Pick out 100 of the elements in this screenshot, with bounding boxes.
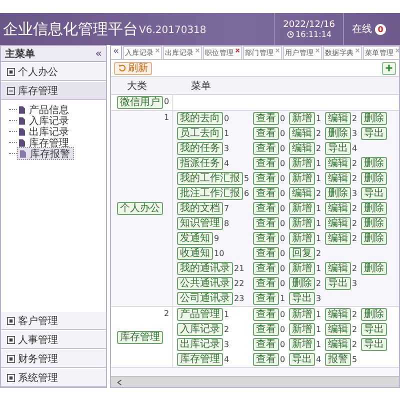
menu-group[interactable]: 系统管理 [1, 368, 106, 387]
action-tag[interactable]: 导出 [361, 187, 387, 200]
menu-group[interactable]: 库存管理 [1, 81, 106, 100]
action-tag[interactable]: 删除 [361, 202, 387, 215]
action-tag[interactable]: 导出 [361, 338, 387, 351]
menu-tag[interactable]: 公共通讯录 [177, 277, 233, 290]
action-tag[interactable]: 新增 [289, 217, 315, 230]
action-tag[interactable]: 导出 [361, 127, 387, 140]
menu-group[interactable]: 财务管理 [1, 349, 106, 368]
category-tag[interactable]: 库存管理 [117, 330, 163, 344]
action-tag[interactable]: 查看 [253, 232, 279, 245]
action-tag[interactable]: 新增 [289, 112, 315, 125]
menu-group[interactable]: 客户管理 [1, 311, 106, 330]
tab-scroll-button[interactable]: « [111, 46, 122, 59]
tree-item[interactable]: 入库记录 [17, 115, 72, 126]
action-tag[interactable]: 编辑 [289, 187, 315, 200]
action-tag[interactable]: 删除 [325, 127, 351, 140]
horizontal-scrollbar[interactable] [111, 376, 399, 387]
menu-tag[interactable]: 库存管理 [177, 353, 223, 366]
menu-group[interactable]: 个人办公 [1, 62, 106, 81]
action-tag[interactable]: 查看 [253, 277, 279, 290]
action-tag[interactable]: 导出 [325, 142, 351, 155]
action-tag[interactable]: 删除 [361, 308, 387, 321]
menu-tag[interactable]: 出库记录 [177, 338, 223, 351]
action-tag[interactable]: 新增 [289, 157, 315, 170]
action-tag[interactable]: 回复 [289, 247, 315, 260]
menu-tag[interactable]: 产品管理 [177, 308, 223, 321]
action-tag[interactable]: 删除 [361, 217, 387, 230]
close-icon[interactable] [235, 48, 240, 53]
action-tag[interactable]: 编辑 [325, 308, 351, 321]
menu-tag[interactable]: 公司通讯录 [177, 292, 233, 305]
action-tag[interactable]: 编辑 [325, 157, 351, 170]
action-tag[interactable]: 报警 [325, 353, 351, 366]
action-tag[interactable]: 编辑 [325, 112, 351, 125]
close-icon[interactable] [395, 48, 399, 53]
menu-tag[interactable]: 我的通讯录 [177, 262, 233, 275]
action-tag[interactable]: 新增 [289, 323, 315, 336]
action-tag[interactable]: 删除 [361, 232, 387, 245]
menu-tag[interactable]: 收通知 [177, 247, 213, 260]
action-tag[interactable]: 新增 [289, 202, 315, 215]
action-tag[interactable]: 查看 [253, 187, 279, 200]
add-button[interactable] [382, 62, 396, 74]
action-tag[interactable]: 导出 [289, 292, 315, 305]
close-icon[interactable] [155, 48, 160, 53]
action-tag[interactable]: 查看 [253, 308, 279, 321]
menu-tag[interactable]: 发通知 [177, 232, 213, 245]
menu-tag[interactable]: 指派任务 [177, 157, 223, 170]
scroll-left-icon[interactable] [117, 378, 122, 386]
action-tag[interactable]: 查看 [253, 172, 279, 185]
action-tag[interactable]: 查看 [253, 292, 279, 305]
category-tag[interactable]: 微信用户 [117, 96, 163, 109]
menu-tag[interactable]: 我的任务 [177, 142, 223, 155]
action-tag[interactable]: 编辑 [289, 127, 315, 140]
tree-item[interactable]: 库存管理 [17, 137, 72, 148]
action-tag[interactable]: 删除 [361, 172, 387, 185]
action-tag[interactable]: 查看 [253, 338, 279, 351]
collapse-button[interactable]: « [95, 48, 102, 59]
action-tag[interactable]: 导出 [361, 323, 387, 336]
menu-tag[interactable]: 知识管理 [177, 217, 223, 230]
close-icon[interactable] [315, 48, 320, 53]
action-tag[interactable]: 编辑 [325, 338, 351, 351]
tree-item[interactable]: 库存报警 [17, 147, 74, 160]
tree-item[interactable]: 出库记录 [17, 126, 72, 137]
action-tag[interactable]: 编辑 [325, 323, 351, 336]
action-tag[interactable]: 新增 [289, 172, 315, 185]
menu-tag[interactable]: 我的去向 [177, 112, 223, 125]
action-tag[interactable]: 查看 [253, 127, 279, 140]
action-tag[interactable]: 查看 [253, 112, 279, 125]
close-icon[interactable] [195, 48, 200, 53]
action-tag[interactable]: 查看 [253, 262, 279, 275]
menu-group[interactable]: 人事管理 [1, 330, 106, 349]
action-tag[interactable]: 删除 [289, 277, 315, 290]
menu-tag[interactable]: 入库记录 [177, 323, 223, 336]
action-tag[interactable]: 查看 [253, 202, 279, 215]
close-icon[interactable] [355, 48, 360, 53]
action-tag[interactable]: 导出 [289, 353, 315, 366]
category-tag[interactable]: 个人办公 [117, 202, 163, 215]
action-tag[interactable]: 删除 [361, 262, 387, 275]
action-tag[interactable]: 查看 [253, 217, 279, 230]
action-tag[interactable]: 删除 [361, 157, 387, 170]
action-tag[interactable]: 编辑 [325, 262, 351, 275]
action-tag[interactable]: 查看 [253, 323, 279, 336]
action-tag[interactable]: 新增 [289, 308, 315, 321]
tree-item[interactable]: 产品信息 [17, 104, 72, 115]
action-tag[interactable]: 编辑 [325, 217, 351, 230]
menu-tag[interactable]: 批注工作汇报 [177, 187, 243, 200]
refresh-button[interactable]: 刷新 [114, 62, 152, 74]
menu-tag[interactable]: 我的工作汇报 [177, 172, 243, 185]
menu-tag[interactable]: 员工去向 [177, 127, 223, 140]
action-tag[interactable]: 新增 [289, 232, 315, 245]
action-tag[interactable]: 查看 [253, 142, 279, 155]
action-tag[interactable]: 查看 [253, 353, 279, 366]
close-icon[interactable] [275, 48, 280, 53]
action-tag[interactable]: 新增 [289, 338, 315, 351]
action-tag[interactable]: 编辑 [325, 202, 351, 215]
action-tag[interactable]: 编辑 [325, 172, 351, 185]
action-tag[interactable]: 编辑 [289, 142, 315, 155]
action-tag[interactable]: 查看 [253, 247, 279, 260]
action-tag[interactable]: 删除 [361, 112, 387, 125]
action-tag[interactable]: 编辑 [325, 232, 351, 245]
